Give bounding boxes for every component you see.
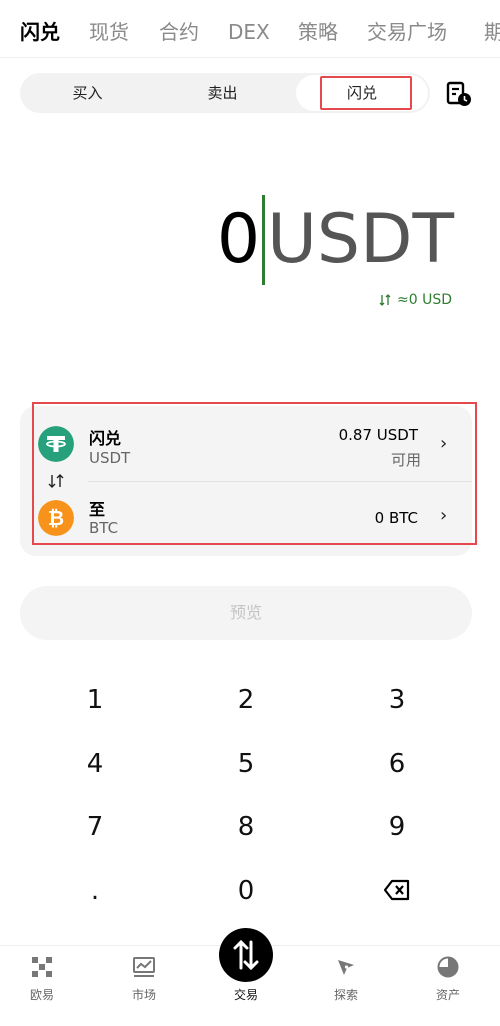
- nav-explore-label: 探索: [333, 988, 358, 1002]
- backspace-icon[interactable]: [384, 879, 410, 901]
- swap-arrows-icon: [379, 294, 391, 306]
- history-clock-icon[interactable]: [446, 81, 472, 107]
- key-6[interactable]: 6: [337, 739, 457, 789]
- nav-trade-label: 交易: [233, 988, 258, 1002]
- key-7[interactable]: 7: [35, 802, 155, 852]
- usd-equivalent-text: ≈0 USD: [396, 292, 452, 308]
- convert-card-highlight: [32, 402, 477, 545]
- amount-display: 0 USDT: [217, 195, 454, 285]
- tab-strategy[interactable]: 策略: [298, 19, 338, 45]
- key-2[interactable]: 2: [186, 675, 306, 725]
- key-5[interactable]: 5: [186, 739, 306, 789]
- nav-market[interactable]: 市场: [109, 956, 179, 1003]
- preview-button[interactable]: 预览: [20, 586, 472, 640]
- key-9[interactable]: 9: [337, 802, 457, 852]
- key-1[interactable]: 1: [35, 675, 155, 725]
- segment-buy[interactable]: 买入: [20, 73, 155, 113]
- nav-market-label: 市场: [131, 988, 156, 1002]
- amount-value: 0: [216, 200, 261, 279]
- key-8[interactable]: 8: [186, 802, 306, 852]
- key-3[interactable]: 3: [337, 675, 457, 725]
- top-tabs: 闪兑 现货 合约 DEX 策略 交易广场 期: [0, 0, 500, 58]
- tab-futures[interactable]: 合约: [159, 19, 199, 45]
- tab-options[interactable]: 期: [484, 19, 500, 45]
- okx-logo-icon: [32, 957, 52, 977]
- nav-trade-button[interactable]: [219, 928, 273, 982]
- amount-unit[interactable]: USDT: [267, 195, 454, 285]
- segment-sell[interactable]: 卖出: [155, 73, 290, 113]
- key-0[interactable]: 0: [186, 866, 306, 916]
- tab-dex[interactable]: DEX: [228, 19, 270, 45]
- nav-assets[interactable]: 资产: [413, 956, 483, 1003]
- chart-icon: [133, 957, 155, 977]
- nav-home-label: 欧易: [29, 988, 54, 1002]
- pie-chart-icon: [437, 956, 459, 978]
- segment-convert-highlight: [320, 76, 412, 110]
- tab-trading-square[interactable]: 交易广场: [367, 19, 447, 45]
- key-decimal[interactable]: .: [35, 866, 155, 916]
- tab-convert[interactable]: 闪兑: [20, 19, 60, 45]
- tab-spot[interactable]: 现货: [89, 19, 129, 45]
- usd-equivalent[interactable]: ≈0 USD: [379, 292, 452, 308]
- key-4[interactable]: 4: [35, 739, 155, 789]
- input-caret: [262, 195, 266, 285]
- nav-explore[interactable]: 探索: [311, 956, 381, 1003]
- nav-assets-label: 资产: [435, 988, 460, 1002]
- compass-icon: [338, 960, 354, 975]
- nav-home[interactable]: 欧易: [7, 956, 77, 1003]
- trade-arrows-icon: [233, 939, 259, 971]
